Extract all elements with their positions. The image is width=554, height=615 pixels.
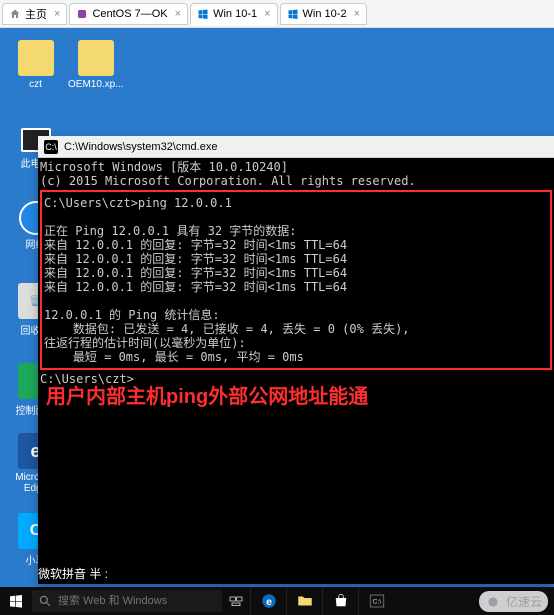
watermark: 亿速云 xyxy=(479,591,548,612)
annotation-text: 用户内部主机ping外部公网地址能通 xyxy=(46,390,552,404)
windows-icon xyxy=(197,8,209,20)
svg-text:e: e xyxy=(266,596,272,608)
taskbar-search[interactable] xyxy=(32,590,222,612)
task-view-button[interactable] xyxy=(222,587,250,615)
desktop-folder-oem[interactable]: OEM10.xp... xyxy=(68,40,123,90)
windows-logo-icon xyxy=(8,593,24,609)
store-icon xyxy=(332,592,350,610)
cmd-line: 来自 12.0.0.1 的回复: 字节=32 时间<1ms TTL=64 xyxy=(44,252,347,266)
taskbar-explorer[interactable] xyxy=(286,587,322,615)
taskbar-cmd[interactable]: C:\ xyxy=(358,587,394,615)
cmd-line: 来自 12.0.0.1 的回复: 字节=32 时间<1ms TTL=64 xyxy=(44,266,347,280)
watermark-text: 亿速云 xyxy=(506,593,542,610)
cmd-title-text: C:\Windows\system32\cmd.exe xyxy=(64,141,217,153)
cmd-line: C:\Users\czt>ping 12.0.0.1 xyxy=(44,196,232,210)
taskbar-edge[interactable]: e xyxy=(250,587,286,615)
search-input[interactable] xyxy=(58,595,216,607)
folder-icon xyxy=(296,592,314,610)
taskbar-store[interactable] xyxy=(322,587,358,615)
folder-icon xyxy=(78,40,114,76)
windows-icon xyxy=(287,8,299,20)
tab-win10-1[interactable]: Win 10-1 × xyxy=(190,3,277,25)
tab-label: 主页 xyxy=(25,6,47,22)
cmd-line: 最短 = 0ms, 最长 = 0ms, 平均 = 0ms xyxy=(44,350,304,364)
close-icon[interactable]: × xyxy=(264,8,270,20)
edge-icon: e xyxy=(260,592,278,610)
ime-text: 微软拼音 半 : xyxy=(38,565,108,582)
cmd-titlebar[interactable]: C:\ C:\Windows\system32\cmd.exe xyxy=(38,136,554,158)
cmd-line: 正在 Ping 12.0.0.1 具有 32 字节的数据: xyxy=(44,224,297,238)
tab-centos[interactable]: CentOS 7—OK × xyxy=(69,3,188,25)
cmd-window[interactable]: C:\ C:\Windows\system32\cmd.exe Microsof… xyxy=(38,136,554,584)
desktop-folder-czt[interactable]: czt xyxy=(8,40,63,90)
cmd-icon: C:\ xyxy=(44,140,58,154)
tab-label: Win 10-2 xyxy=(303,8,347,20)
svg-text:C:\: C:\ xyxy=(372,598,381,605)
ime-status: 微软拼音 半 : xyxy=(38,563,108,583)
folder-icon xyxy=(18,40,54,76)
cmd-line: 12.0.0.1 的 Ping 统计信息: xyxy=(44,308,220,322)
tab-label: CentOS 7—OK xyxy=(92,8,167,20)
cmd-line: 来自 12.0.0.1 的回复: 字节=32 时间<1ms TTL=64 xyxy=(44,280,347,294)
cmd-line: (c) 2015 Microsoft Corporation. All righ… xyxy=(40,174,416,188)
search-icon xyxy=(38,594,52,608)
vm-tabbar: 主页 × CentOS 7—OK × Win 10-1 × Win 10-2 × xyxy=(0,0,554,28)
close-icon[interactable]: × xyxy=(354,8,360,20)
task-view-icon xyxy=(228,593,244,609)
tab-label: Win 10-1 xyxy=(213,8,257,20)
cmd-line: Microsoft Windows [版本 10.0.10240] xyxy=(40,160,288,174)
home-icon xyxy=(9,8,21,20)
cmd-line: 数据包: 已发送 = 4, 已接收 = 4, 丢失 = 0 (0% 丢失), xyxy=(44,322,410,336)
cmd-line: 往返行程的估计时间(以毫秒为单位): xyxy=(44,336,246,350)
icon-label: OEM10.xp... xyxy=(68,79,123,90)
tab-home[interactable]: 主页 × xyxy=(2,3,67,25)
close-icon[interactable]: × xyxy=(54,8,60,20)
windows-desktop: czt OEM10.xp... 此电脑 网络 🗑️ 回收站 控制面板 e Mic… xyxy=(0,28,554,587)
windows-taskbar: e C:\ xyxy=(0,587,554,615)
cmd-line: 来自 12.0.0.1 的回复: 字节=32 时间<1ms TTL=64 xyxy=(44,238,347,252)
cmd-output[interactable]: Microsoft Windows [版本 10.0.10240] (c) 20… xyxy=(38,158,554,584)
close-icon[interactable]: × xyxy=(175,8,181,20)
highlighted-ping-output: C:\Users\czt>ping 12.0.0.1 正在 Ping 12.0.… xyxy=(40,190,552,370)
start-button[interactable] xyxy=(0,587,32,615)
cmd-line: C:\Users\czt> xyxy=(40,372,134,386)
cmd-icon: C:\ xyxy=(368,592,386,610)
icon-label: czt xyxy=(8,79,63,90)
tab-win10-2[interactable]: Win 10-2 × xyxy=(280,3,367,25)
watermark-logo-icon xyxy=(485,594,501,610)
linux-icon xyxy=(76,8,88,20)
